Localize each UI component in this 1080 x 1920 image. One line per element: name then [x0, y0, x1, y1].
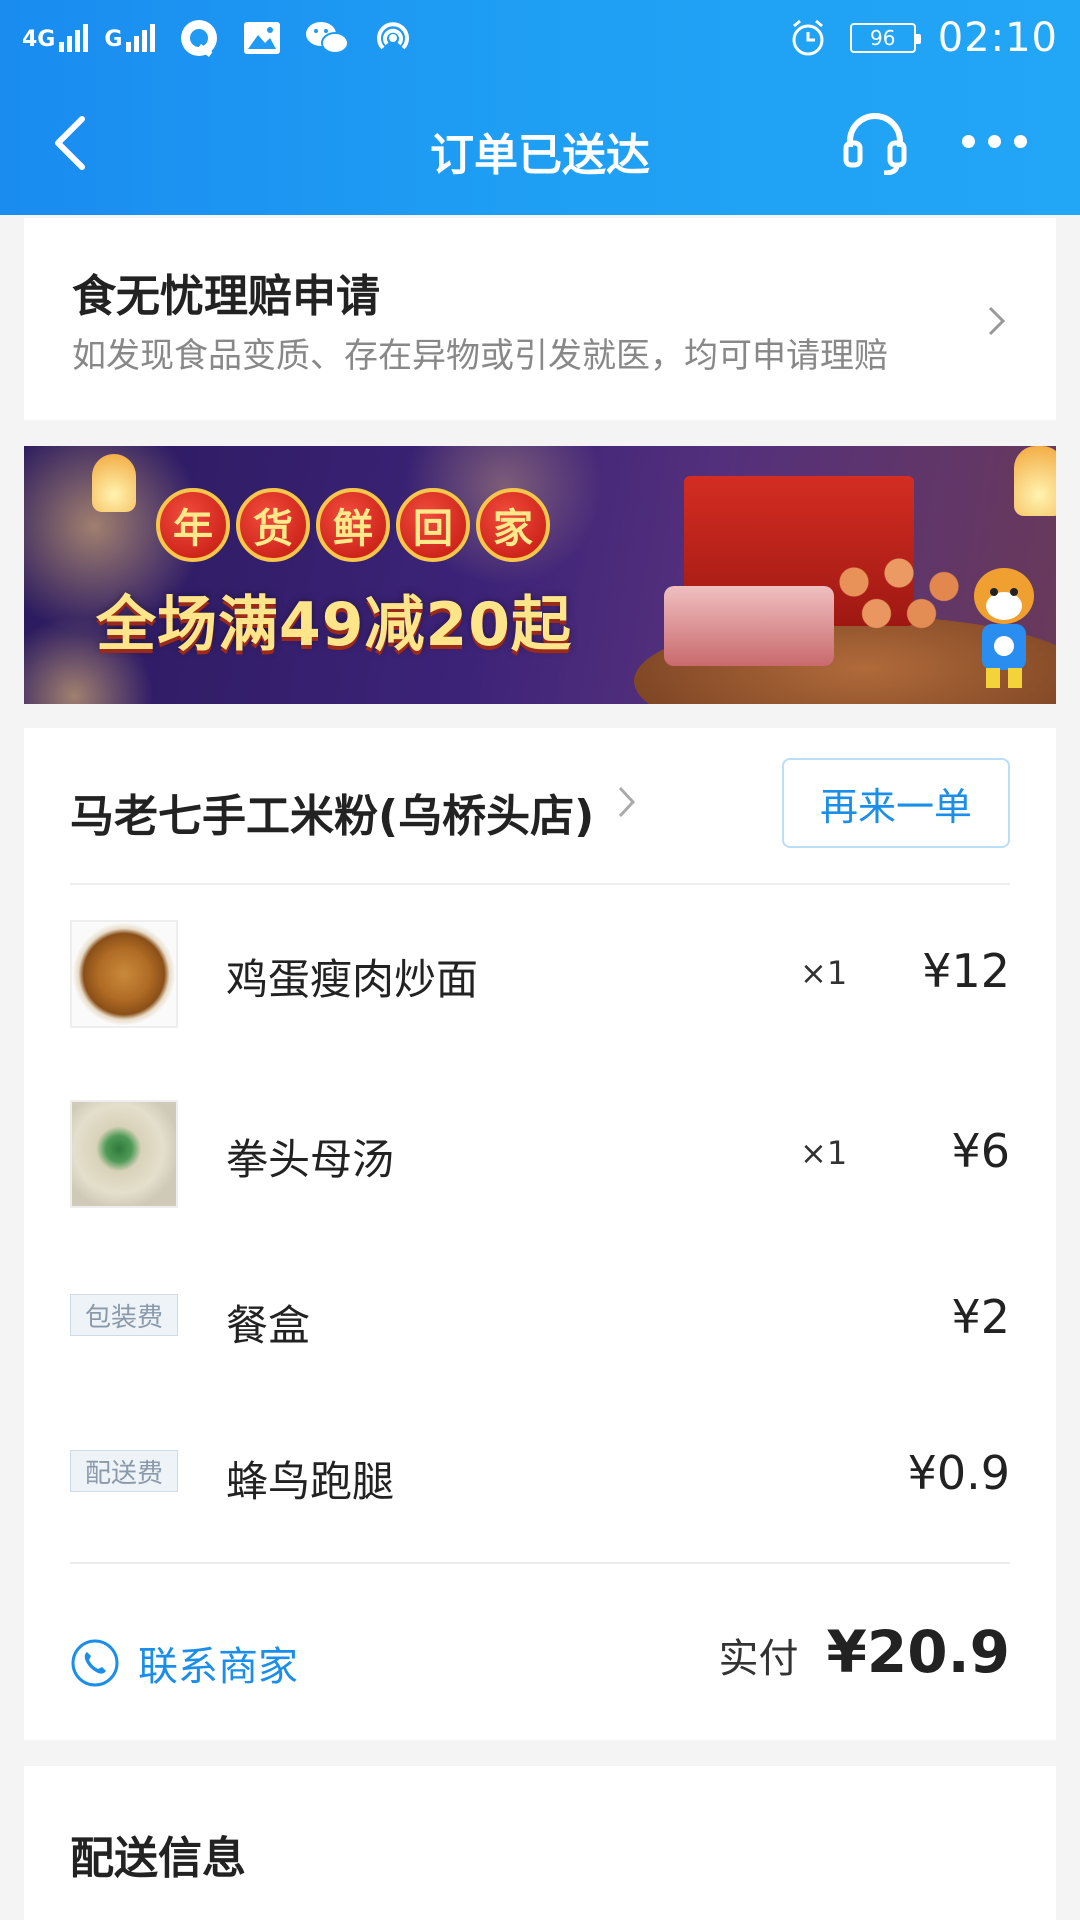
order-item: 拳头母汤 ×1 ¥6 — [70, 1100, 1010, 1210]
item-price: ¥12 — [922, 944, 1010, 998]
phone-icon — [71, 1639, 119, 1687]
clock: 02:10 — [937, 14, 1058, 61]
order-card: 马老七手工米粉(乌桥头店) 再来一单 鸡蛋瘦肉炒面 ×1 ¥12 拳头母汤 ×1… — [24, 728, 1056, 1740]
header: 4G G 96 02:10 订单已送达 — [0, 0, 1080, 215]
meat-image — [664, 586, 834, 666]
banner-badges: 年 货 鲜 回 家 — [156, 488, 550, 562]
paid-value: ¥20.9 — [826, 1618, 1010, 1686]
item-quantity: ×1 — [800, 1134, 848, 1172]
fee-price: ¥0.9 — [907, 1446, 1010, 1500]
claim-subtitle: 如发现食品变质、存在异物或引发就医，均可申请理赔 — [72, 336, 888, 376]
item-price: ¥6 — [951, 1124, 1010, 1178]
banner-headline: 全场满49减20起 — [96, 590, 572, 660]
nav-bar: 订单已送达 — [0, 75, 1080, 215]
hotspot-icon — [377, 21, 410, 49]
promo-banner[interactable]: 年 货 鲜 回 家 全场满49减20起 — [24, 446, 1056, 704]
page-title: 订单已送达 — [430, 130, 650, 181]
total-paid: 实付 ¥20.9 — [719, 1618, 1010, 1686]
divider — [70, 883, 1010, 885]
eggs-image — [824, 546, 974, 636]
delivery-card: 配送信息 — [24, 1766, 1056, 1920]
battery-level: 96 — [869, 25, 896, 50]
delivery-title: 配送信息 — [70, 1833, 246, 1884]
noodle-image — [70, 920, 178, 1028]
divider — [70, 1562, 1010, 1564]
fee-name: 餐盒 — [226, 1301, 311, 1350]
order-item: 鸡蛋瘦肉炒面 ×1 ¥12 — [70, 920, 1010, 1030]
fee-row: 配送费 蜂鸟跑腿 ¥0.9 — [70, 1422, 1010, 1532]
chevron-right-icon — [988, 306, 1006, 336]
fee-row: 包装费 餐盒 ¥2 — [70, 1266, 1010, 1376]
banner-badge: 回 — [396, 488, 470, 562]
lantern-decoration — [1014, 446, 1056, 516]
battery-icon: 96 — [849, 22, 921, 53]
alarm-icon — [792, 19, 824, 55]
gallery-icon — [244, 21, 281, 54]
lantern-decoration — [92, 454, 136, 512]
mascot-image — [974, 568, 1034, 688]
shop-name[interactable]: 马老七手工米粉(乌桥头店) — [70, 780, 594, 844]
banner-badge: 年 — [156, 488, 230, 562]
chevron-right-icon[interactable] — [616, 784, 638, 820]
claim-title: 食无忧理赔申请 — [72, 271, 380, 322]
contact-merchant-button[interactable]: 联系商家 — [70, 1634, 298, 1692]
claim-card[interactable]: 食无忧理赔申请 如发现食品变质、存在异物或引发就医，均可申请理赔 — [24, 218, 1056, 420]
banner-badge: 家 — [476, 488, 550, 562]
headset-icon[interactable] — [840, 111, 910, 175]
fee-tag: 配送费 — [70, 1450, 178, 1492]
banner-badge: 鲜 — [316, 488, 390, 562]
reorder-button[interactable]: 再来一单 — [782, 758, 1010, 848]
network-1-label: 4G — [22, 26, 56, 52]
status-bar: 4G G 96 02:10 — [0, 0, 1080, 75]
wechat-icon — [306, 21, 350, 54]
qq-icon — [181, 19, 218, 57]
item-name: 鸡蛋瘦肉炒面 — [226, 955, 479, 1004]
paid-label: 实付 — [718, 1636, 799, 1682]
more-icon[interactable] — [962, 135, 1027, 148]
item-name: 拳头母汤 — [226, 1135, 395, 1184]
fee-tag: 包装费 — [70, 1294, 178, 1336]
contact-merchant-label: 联系商家 — [138, 1644, 298, 1690]
item-quantity: ×1 — [800, 954, 848, 992]
soup-image — [70, 1100, 178, 1208]
fee-price: ¥2 — [951, 1290, 1010, 1344]
signal-icon: 4G G — [22, 23, 156, 52]
network-2-label: G — [104, 26, 123, 52]
fee-name: 蜂鸟跑腿 — [226, 1457, 395, 1506]
banner-badge: 货 — [236, 488, 310, 562]
